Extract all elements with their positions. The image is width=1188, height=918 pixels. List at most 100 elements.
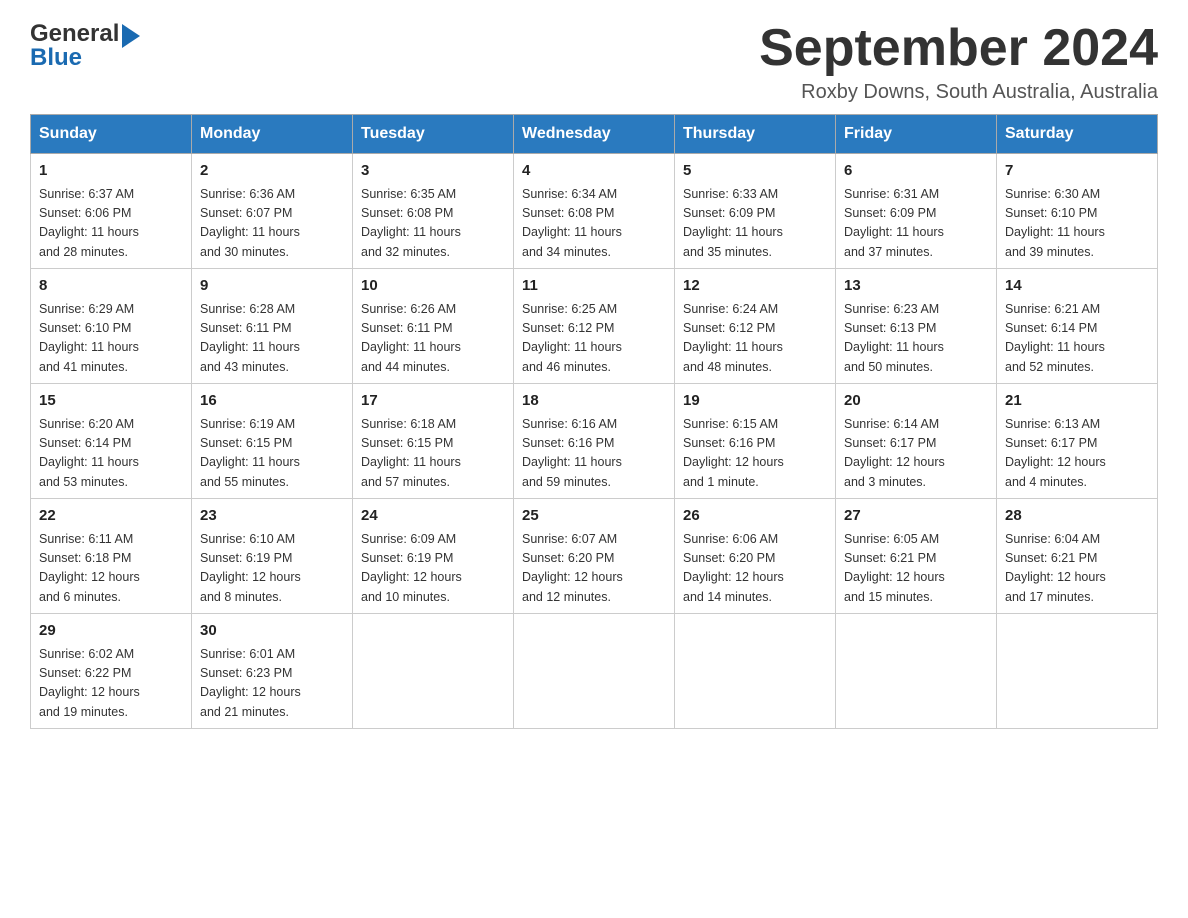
col-wednesday: Wednesday <box>514 115 675 154</box>
table-row: 10Sunrise: 6:26 AMSunset: 6:11 PMDayligh… <box>353 269 514 384</box>
day-number: 19 <box>683 390 827 413</box>
day-number: 28 <box>1005 505 1149 528</box>
calendar-week-row: 22Sunrise: 6:11 AMSunset: 6:18 PMDayligh… <box>31 499 1158 614</box>
table-row: 19Sunrise: 6:15 AMSunset: 6:16 PMDayligh… <box>675 384 836 499</box>
day-info: Sunrise: 6:30 AMSunset: 6:10 PMDaylight:… <box>1005 185 1149 263</box>
table-row: 3Sunrise: 6:35 AMSunset: 6:08 PMDaylight… <box>353 154 514 269</box>
day-info: Sunrise: 6:11 AMSunset: 6:18 PMDaylight:… <box>39 530 183 608</box>
table-row <box>353 614 514 729</box>
table-row: 5Sunrise: 6:33 AMSunset: 6:09 PMDaylight… <box>675 154 836 269</box>
day-number: 13 <box>844 275 988 298</box>
table-row: 29Sunrise: 6:02 AMSunset: 6:22 PMDayligh… <box>31 614 192 729</box>
table-row <box>836 614 997 729</box>
table-row: 11Sunrise: 6:25 AMSunset: 6:12 PMDayligh… <box>514 269 675 384</box>
table-row: 2Sunrise: 6:36 AMSunset: 6:07 PMDaylight… <box>192 154 353 269</box>
day-number: 9 <box>200 275 344 298</box>
location-subtitle: Roxby Downs, South Australia, Australia <box>759 81 1158 104</box>
day-info: Sunrise: 6:21 AMSunset: 6:14 PMDaylight:… <box>1005 300 1149 378</box>
day-info: Sunrise: 6:18 AMSunset: 6:15 PMDaylight:… <box>361 415 505 493</box>
day-info: Sunrise: 6:04 AMSunset: 6:21 PMDaylight:… <box>1005 530 1149 608</box>
day-number: 4 <box>522 160 666 183</box>
day-number: 6 <box>844 160 988 183</box>
col-monday: Monday <box>192 115 353 154</box>
table-row: 21Sunrise: 6:13 AMSunset: 6:17 PMDayligh… <box>997 384 1158 499</box>
table-row: 23Sunrise: 6:10 AMSunset: 6:19 PMDayligh… <box>192 499 353 614</box>
day-info: Sunrise: 6:19 AMSunset: 6:15 PMDaylight:… <box>200 415 344 493</box>
day-number: 21 <box>1005 390 1149 413</box>
table-row: 18Sunrise: 6:16 AMSunset: 6:16 PMDayligh… <box>514 384 675 499</box>
day-info: Sunrise: 6:06 AMSunset: 6:20 PMDaylight:… <box>683 530 827 608</box>
day-number: 17 <box>361 390 505 413</box>
day-number: 24 <box>361 505 505 528</box>
day-info: Sunrise: 6:13 AMSunset: 6:17 PMDaylight:… <box>1005 415 1149 493</box>
table-row: 9Sunrise: 6:28 AMSunset: 6:11 PMDaylight… <box>192 269 353 384</box>
day-number: 5 <box>683 160 827 183</box>
table-row: 17Sunrise: 6:18 AMSunset: 6:15 PMDayligh… <box>353 384 514 499</box>
day-info: Sunrise: 6:35 AMSunset: 6:08 PMDaylight:… <box>361 185 505 263</box>
day-info: Sunrise: 6:28 AMSunset: 6:11 PMDaylight:… <box>200 300 344 378</box>
day-number: 12 <box>683 275 827 298</box>
day-number: 2 <box>200 160 344 183</box>
table-row: 27Sunrise: 6:05 AMSunset: 6:21 PMDayligh… <box>836 499 997 614</box>
day-info: Sunrise: 6:02 AMSunset: 6:22 PMDaylight:… <box>39 645 183 723</box>
day-info: Sunrise: 6:01 AMSunset: 6:23 PMDaylight:… <box>200 645 344 723</box>
day-info: Sunrise: 6:37 AMSunset: 6:06 PMDaylight:… <box>39 185 183 263</box>
calendar-header-row: Sunday Monday Tuesday Wednesday Thursday… <box>31 115 1158 154</box>
calendar-week-row: 1Sunrise: 6:37 AMSunset: 6:06 PMDaylight… <box>31 154 1158 269</box>
day-number: 15 <box>39 390 183 413</box>
table-row: 26Sunrise: 6:06 AMSunset: 6:20 PMDayligh… <box>675 499 836 614</box>
table-row: 16Sunrise: 6:19 AMSunset: 6:15 PMDayligh… <box>192 384 353 499</box>
day-number: 27 <box>844 505 988 528</box>
table-row: 1Sunrise: 6:37 AMSunset: 6:06 PMDaylight… <box>31 154 192 269</box>
table-row: 15Sunrise: 6:20 AMSunset: 6:14 PMDayligh… <box>31 384 192 499</box>
day-number: 1 <box>39 160 183 183</box>
calendar-week-row: 15Sunrise: 6:20 AMSunset: 6:14 PMDayligh… <box>31 384 1158 499</box>
table-row: 24Sunrise: 6:09 AMSunset: 6:19 PMDayligh… <box>353 499 514 614</box>
day-number: 16 <box>200 390 344 413</box>
table-row: 13Sunrise: 6:23 AMSunset: 6:13 PMDayligh… <box>836 269 997 384</box>
day-number: 3 <box>361 160 505 183</box>
day-info: Sunrise: 6:34 AMSunset: 6:08 PMDaylight:… <box>522 185 666 263</box>
day-info: Sunrise: 6:20 AMSunset: 6:14 PMDaylight:… <box>39 415 183 493</box>
day-info: Sunrise: 6:09 AMSunset: 6:19 PMDaylight:… <box>361 530 505 608</box>
calendar-week-row: 8Sunrise: 6:29 AMSunset: 6:10 PMDaylight… <box>31 269 1158 384</box>
page-header: General Blue September 2024 Roxby Downs,… <box>30 20 1158 104</box>
day-info: Sunrise: 6:33 AMSunset: 6:09 PMDaylight:… <box>683 185 827 263</box>
day-number: 30 <box>200 620 344 643</box>
logo-triangle-icon <box>122 24 140 48</box>
day-number: 11 <box>522 275 666 298</box>
month-title: September 2024 <box>759 20 1158 77</box>
table-row: 28Sunrise: 6:04 AMSunset: 6:21 PMDayligh… <box>997 499 1158 614</box>
day-info: Sunrise: 6:26 AMSunset: 6:11 PMDaylight:… <box>361 300 505 378</box>
table-row: 4Sunrise: 6:34 AMSunset: 6:08 PMDaylight… <box>514 154 675 269</box>
col-thursday: Thursday <box>675 115 836 154</box>
day-number: 8 <box>39 275 183 298</box>
day-info: Sunrise: 6:14 AMSunset: 6:17 PMDaylight:… <box>844 415 988 493</box>
table-row <box>514 614 675 729</box>
day-number: 20 <box>844 390 988 413</box>
col-saturday: Saturday <box>997 115 1158 154</box>
day-info: Sunrise: 6:29 AMSunset: 6:10 PMDaylight:… <box>39 300 183 378</box>
day-info: Sunrise: 6:36 AMSunset: 6:07 PMDaylight:… <box>200 185 344 263</box>
day-info: Sunrise: 6:31 AMSunset: 6:09 PMDaylight:… <box>844 185 988 263</box>
day-info: Sunrise: 6:23 AMSunset: 6:13 PMDaylight:… <box>844 300 988 378</box>
day-number: 10 <box>361 275 505 298</box>
logo-blue-text: Blue <box>30 44 82 72</box>
day-info: Sunrise: 6:05 AMSunset: 6:21 PMDaylight:… <box>844 530 988 608</box>
day-number: 7 <box>1005 160 1149 183</box>
table-row: 20Sunrise: 6:14 AMSunset: 6:17 PMDayligh… <box>836 384 997 499</box>
day-info: Sunrise: 6:10 AMSunset: 6:19 PMDaylight:… <box>200 530 344 608</box>
day-number: 26 <box>683 505 827 528</box>
table-row: 8Sunrise: 6:29 AMSunset: 6:10 PMDaylight… <box>31 269 192 384</box>
day-number: 29 <box>39 620 183 643</box>
day-info: Sunrise: 6:07 AMSunset: 6:20 PMDaylight:… <box>522 530 666 608</box>
logo: General Blue <box>30 20 140 72</box>
day-info: Sunrise: 6:24 AMSunset: 6:12 PMDaylight:… <box>683 300 827 378</box>
col-tuesday: Tuesday <box>353 115 514 154</box>
day-number: 14 <box>1005 275 1149 298</box>
col-friday: Friday <box>836 115 997 154</box>
day-number: 18 <box>522 390 666 413</box>
table-row: 22Sunrise: 6:11 AMSunset: 6:18 PMDayligh… <box>31 499 192 614</box>
day-number: 25 <box>522 505 666 528</box>
table-row: 7Sunrise: 6:30 AMSunset: 6:10 PMDaylight… <box>997 154 1158 269</box>
